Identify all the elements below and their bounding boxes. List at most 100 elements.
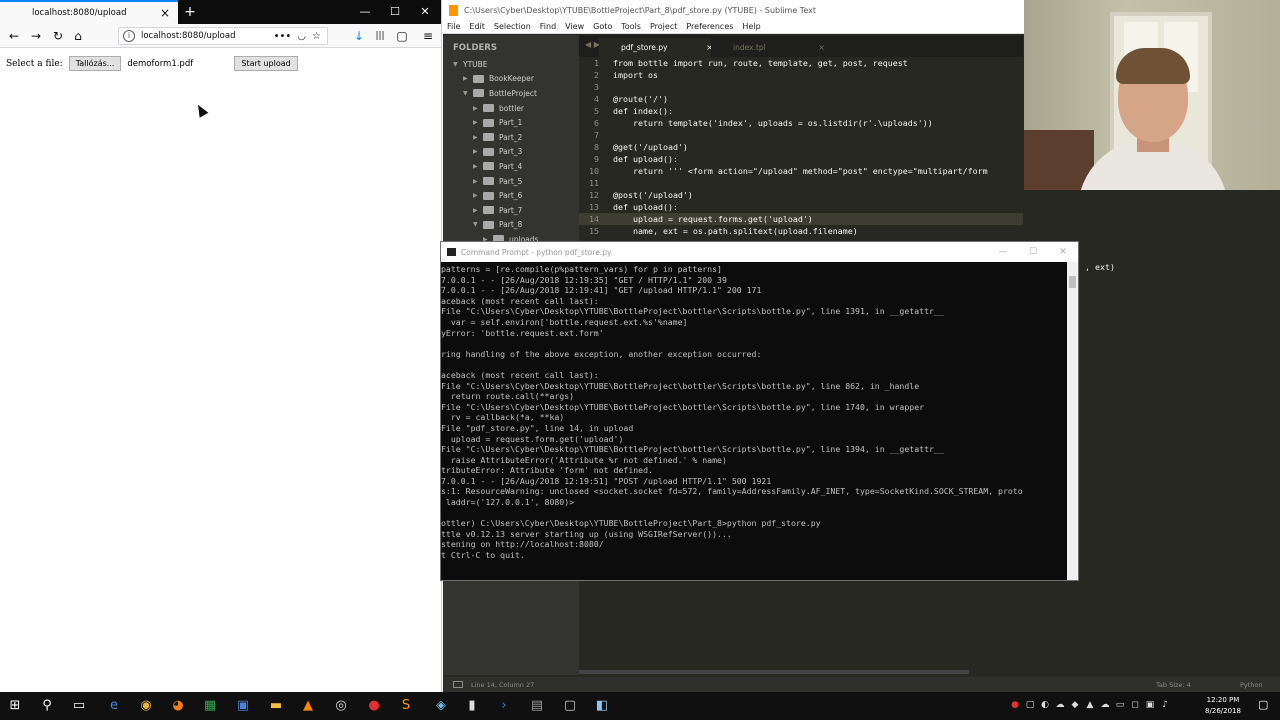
menu-file[interactable]: File: [447, 22, 460, 31]
cmd-scroll-thumb[interactable]: [1069, 276, 1076, 288]
sidebar-item-bottleproject[interactable]: ▼ BottleProject: [443, 86, 579, 101]
reload-icon[interactable]: ↻: [50, 28, 66, 44]
menu-selection[interactable]: Selection: [494, 22, 531, 31]
sidebar-item-bottler[interactable]: ▶ bottler: [443, 101, 579, 116]
disclosure-arrow-icon[interactable]: ▶: [473, 178, 483, 185]
page-actions-icon[interactable]: •••: [274, 31, 292, 42]
chrome-icon[interactable]: ◉: [135, 695, 157, 717]
tray-icon[interactable]: ▭: [1115, 699, 1125, 711]
code-line[interactable]: 15 name, ext = os.path.splitext(upload.f…: [579, 225, 1023, 237]
code-line[interactable]: 9 def upload():: [579, 153, 1023, 165]
pocket-icon[interactable]: ◡: [297, 31, 306, 42]
record-icon[interactable]: ●: [363, 695, 385, 717]
code-line[interactable]: 8 @get('/upload'): [579, 141, 1023, 153]
remote-desktop-icon[interactable]: ▢: [559, 695, 581, 717]
edge-icon[interactable]: e: [103, 695, 125, 717]
status-panel-icon[interactable]: [453, 681, 463, 688]
cmd-output[interactable]: patterns = [re.compile(p%pattern_vars) f…: [441, 262, 1068, 580]
start-upload-button[interactable]: Start upload: [234, 56, 298, 71]
sidebar-item-part_4[interactable]: ▶ Part_4: [443, 159, 579, 174]
menu-project[interactable]: Project: [650, 22, 677, 31]
disclosure-arrow-icon[interactable]: ▶: [463, 75, 473, 82]
disclosure-arrow-icon[interactable]: ▼: [463, 90, 473, 97]
url-bar[interactable]: i localhost:8080/upload ••• ◡ ☆: [118, 27, 328, 45]
window-icon[interactable]: ◧: [591, 695, 613, 717]
menu-icon[interactable]: ≡: [420, 28, 436, 44]
code-line[interactable]: 2 import os: [579, 69, 1023, 81]
disclosure-arrow-icon[interactable]: ▼: [473, 221, 483, 228]
sidebar-item-ytube[interactable]: ▼ YTUBE: [443, 57, 579, 72]
sidebar-icon[interactable]: ▢: [394, 28, 410, 44]
sidebar-item-part_2[interactable]: ▶ Part_2: [443, 130, 579, 145]
disclosure-arrow-icon[interactable]: ▶: [473, 163, 483, 170]
menu-goto[interactable]: Goto: [593, 22, 612, 31]
sidebar-item-bookkeeper[interactable]: ▶ BookKeeper: [443, 72, 579, 87]
new-tab-button[interactable]: +: [181, 3, 199, 21]
tray-icon[interactable]: ▢: [1025, 699, 1035, 711]
disclosure-arrow-icon[interactable]: ▼: [453, 61, 463, 68]
tab-pdf-store[interactable]: pdf_store.py ×: [599, 38, 719, 57]
tab-index-tpl[interactable]: index.tpl ×: [711, 38, 831, 57]
forward-icon[interactable]: →: [28, 28, 44, 44]
code-area[interactable]: 1 from bottle import run, route, template…: [579, 57, 1023, 237]
menu-preferences[interactable]: Preferences: [686, 22, 733, 31]
vlc-icon[interactable]: ▲: [297, 695, 319, 717]
file-explorer-icon[interactable]: ▬: [265, 695, 287, 717]
code-line[interactable]: 7: [579, 129, 1023, 141]
code-line[interactable]: 13 def upload():: [579, 201, 1023, 213]
code-line[interactable]: 4 @route('/'): [579, 93, 1023, 105]
sidebar-item-part_8[interactable]: ▼ Part_8: [443, 218, 579, 233]
notification-icon[interactable]: ▢: [1258, 698, 1268, 711]
back-icon[interactable]: ←: [6, 28, 22, 44]
sidebar-item-part_3[interactable]: ▶ Part_3: [443, 145, 579, 160]
maximize-button[interactable]: ☐: [380, 0, 410, 24]
menu-help[interactable]: Help: [742, 22, 760, 31]
save-app-icon[interactable]: ▣: [232, 695, 254, 717]
cmd-scrollbar[interactable]: [1067, 262, 1078, 580]
cmd-maximize-button[interactable]: ☐: [1018, 242, 1048, 262]
code-line[interactable]: 6 return template('index', uploads = os.…: [579, 117, 1023, 129]
powershell-icon[interactable]: ›: [493, 695, 515, 717]
code-line[interactable]: 12 @post('/upload'): [579, 189, 1023, 201]
close-button[interactable]: ✕: [410, 0, 440, 24]
obs-icon[interactable]: ◎: [330, 695, 352, 717]
tray-icon[interactable]: ▲: [1085, 699, 1095, 711]
code-line[interactable]: 3: [579, 81, 1023, 93]
network-app-icon[interactable]: ◈: [430, 695, 452, 717]
code-line[interactable]: 1 from bottle import run, route, template…: [579, 57, 1023, 69]
disclosure-arrow-icon[interactable]: ▶: [473, 105, 483, 112]
cmd-close-button[interactable]: ✕: [1048, 242, 1078, 262]
download-icon[interactable]: ↓: [351, 28, 367, 44]
info-icon[interactable]: i: [123, 30, 135, 42]
bookmark-star-icon[interactable]: ☆: [312, 31, 321, 42]
sidebar-item-part_7[interactable]: ▶ Part_7: [443, 203, 579, 218]
disclosure-arrow-icon[interactable]: ▶: [473, 134, 483, 141]
task-view-icon[interactable]: ▭: [68, 695, 90, 717]
home-icon[interactable]: ⌂: [70, 28, 86, 44]
clock[interactable]: 12:20 PM 8/26/2018: [1196, 695, 1250, 717]
start-icon[interactable]: ⊞: [4, 695, 26, 717]
disclosure-arrow-icon[interactable]: ▶: [473, 207, 483, 214]
minimize-button[interactable]: —: [350, 0, 380, 24]
status-syntax[interactable]: Python: [1240, 681, 1263, 689]
tray-icon[interactable]: ◆: [1070, 699, 1080, 711]
code-line[interactable]: 11: [579, 177, 1023, 189]
tab-close-icon[interactable]: ×: [818, 38, 825, 57]
search-icon[interactable]: ⚲: [36, 695, 58, 717]
disclosure-arrow-icon[interactable]: ▶: [473, 192, 483, 199]
menu-view[interactable]: View: [565, 22, 584, 31]
cmd-icon[interactable]: ▮: [461, 695, 483, 717]
menu-edit[interactable]: Edit: [469, 22, 485, 31]
code-line[interactable]: 14 upload = request.forms.get('upload'): [579, 213, 1023, 225]
menu-tools[interactable]: Tools: [621, 22, 641, 31]
firefox-icon[interactable]: ◕: [167, 695, 189, 717]
database-icon[interactable]: ▤: [526, 695, 548, 717]
tray-icon[interactable]: ●: [1010, 699, 1020, 711]
url-text[interactable]: localhost:8080/upload: [141, 31, 274, 41]
sidebar-item-part_5[interactable]: ▶ Part_5: [443, 174, 579, 189]
sidebar-item-part_6[interactable]: ▶ Part_6: [443, 188, 579, 203]
disclosure-arrow-icon[interactable]: ▶: [473, 148, 483, 155]
status-tab-size[interactable]: Tab Size: 4: [1156, 681, 1191, 689]
sublime-icon[interactable]: S: [395, 695, 417, 717]
tab-close-icon[interactable]: ×: [160, 6, 170, 20]
